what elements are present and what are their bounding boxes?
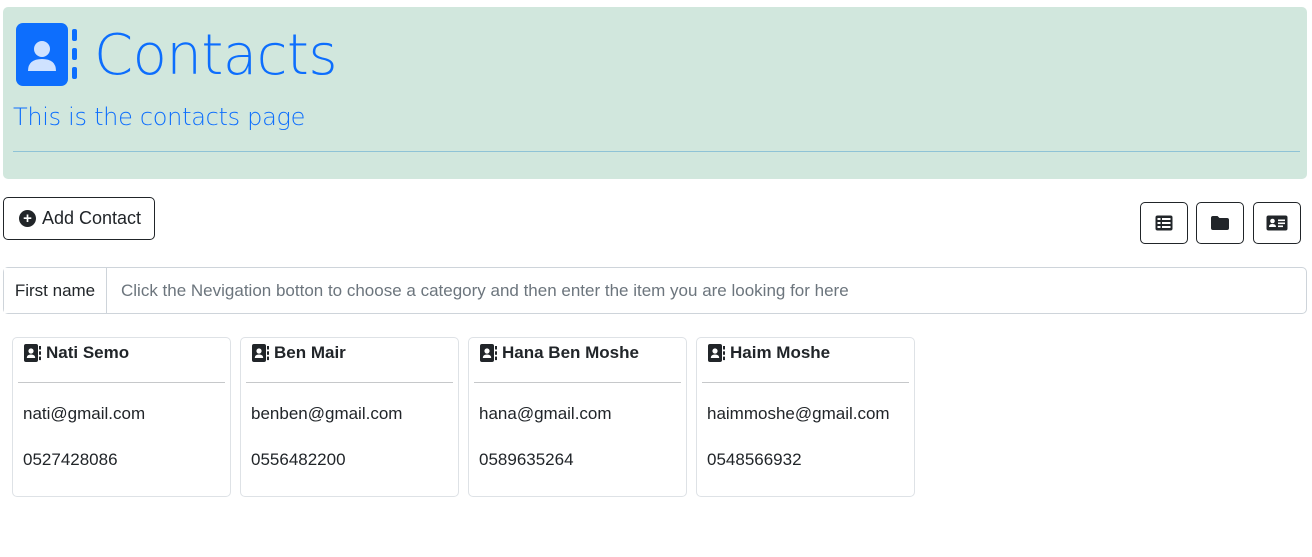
contact-phone: 0527428086: [23, 450, 118, 469]
contact-name: Haim Moshe: [730, 343, 831, 362]
search-group: First name: [3, 267, 1307, 314]
page-subtitle: This is the contacts page: [13, 103, 306, 131]
search-category-dropdown[interactable]: First name: [4, 268, 107, 313]
contact-email: nati@gmail.com: [23, 404, 146, 423]
add-contact-button[interactable]: + Add Contact: [3, 197, 155, 240]
table-view-button[interactable]: [1140, 202, 1188, 244]
address-book-icon: [479, 343, 499, 363]
card-view-button[interactable]: [1253, 202, 1301, 244]
card-divider: [474, 382, 681, 383]
page-title: Contacts: [94, 23, 338, 88]
contact-email: haimmoshe@gmail.com: [707, 404, 890, 423]
address-book-icon: [707, 343, 727, 363]
header-divider: [13, 151, 1300, 152]
table-list-icon: [1155, 215, 1173, 231]
contact-card-header: Nati Semo: [23, 343, 129, 363]
folder-view-button[interactable]: [1196, 202, 1244, 244]
contact-card[interactable]: Ben Mair benben@gmail.com 0556482200: [240, 337, 459, 497]
title-row: Contacts: [16, 23, 338, 89]
folder-icon: [1211, 216, 1229, 230]
address-book-icon: [23, 343, 43, 363]
contact-name: Nati Semo: [46, 343, 130, 362]
card-divider: [702, 382, 909, 383]
address-book-icon: [16, 23, 78, 89]
contact-card-header: Haim Moshe: [707, 343, 830, 363]
contact-card-header: Hana Ben Moshe: [479, 343, 639, 363]
contact-card[interactable]: Hana Ben Moshe hana@gmail.com 0589635264: [468, 337, 687, 497]
contact-phone: 0556482200: [251, 450, 346, 469]
address-book-icon: [251, 343, 271, 363]
contact-card[interactable]: Nati Semo nati@gmail.com 0527428086: [12, 337, 231, 497]
contact-phone: 0589635264: [479, 450, 574, 469]
contact-card[interactable]: Haim Moshe haimmoshe@gmail.com 054856693…: [696, 337, 915, 497]
plus-circle-icon: +: [19, 210, 36, 227]
contact-card-header: Ben Mair: [251, 343, 346, 363]
contact-name: Ben Mair: [274, 343, 346, 362]
contact-email: benben@gmail.com: [251, 404, 403, 423]
contact-name: Hana Ben Moshe: [502, 343, 639, 362]
add-contact-label: Add Contact: [42, 208, 142, 228]
card-divider: [246, 382, 453, 383]
contact-email: hana@gmail.com: [479, 404, 612, 423]
search-input[interactable]: [107, 268, 1306, 313]
contact-phone: 0548566932: [707, 450, 802, 469]
card-divider: [18, 382, 225, 383]
address-card-icon: [1266, 215, 1288, 231]
page-header: Contacts This is the contacts page: [3, 7, 1307, 179]
